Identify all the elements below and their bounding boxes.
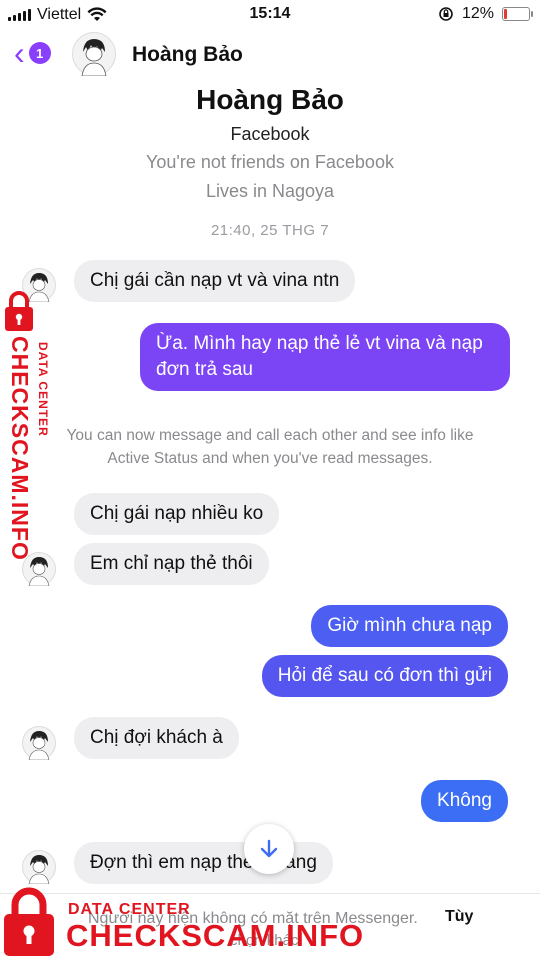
status-bar: Viettel 15:14 12%	[0, 0, 540, 30]
system-message: You can now message and call each other …	[0, 424, 540, 470]
friend-status: You're not friends on Facebook	[146, 152, 394, 172]
lock-icon	[5, 291, 33, 331]
system-message-line: Active Status and when you've read messa…	[107, 450, 433, 467]
battery-percent: 12%	[461, 5, 494, 22]
message-bubble-outgoing[interactable]: Giờ mình chưa nạp	[311, 605, 508, 647]
message-bubble-incoming[interactable]: Chị gái cần nạp vt và vina ntn	[74, 260, 356, 302]
avatar[interactable]	[72, 32, 116, 76]
status-right: 12%	[438, 5, 533, 23]
watermark-side: CHECKSCAM.INFO DATA CENTER	[2, 290, 60, 561]
avatar[interactable]	[22, 726, 56, 760]
lock-icon	[4, 887, 54, 956]
message-bubble-outgoing[interactable]: Không	[421, 780, 508, 822]
message-bubble-incoming[interactable]: Đợn thì em nạp theo tháng	[74, 842, 333, 884]
system-message-line: You can now message and call each other …	[66, 427, 474, 444]
message-bubble-incoming[interactable]: Chị gái nạp nhiều ko	[74, 493, 280, 535]
unread-badge: 1	[28, 42, 51, 64]
watermark-text: CHECKSCAM.INFO	[7, 336, 33, 561]
scroll-to-bottom-button[interactable]	[244, 824, 294, 874]
more-options-link[interactable]: Tùy	[445, 908, 473, 926]
watermark-label: DATA CENTER	[36, 342, 50, 437]
message-bubble-incoming[interactable]: Chị đợi khách à	[74, 717, 239, 759]
profile-name: Hoàng Bảo	[196, 84, 344, 115]
avatar[interactable]	[22, 850, 56, 884]
watermark-label: DATA CENTER	[68, 901, 191, 918]
battery-icon	[502, 7, 533, 21]
watermark-bottom: DATA CENTER CHECKSCAM.INFO	[2, 884, 363, 960]
watermark-text: CHECKSCAM.INFO	[66, 918, 365, 953]
chevron-left-icon: ‹	[14, 35, 25, 71]
arrow-down-icon	[260, 839, 278, 858]
contact-name[interactable]: Hoàng Bảo	[132, 43, 243, 67]
message-bubble-incoming[interactable]: Em chỉ nạp thẻ thôi	[74, 543, 269, 585]
profile-location: Lives in Nagoya	[205, 181, 335, 201]
message-bubble-outgoing[interactable]: Hỏi để sau có đơn thì gửi	[261, 655, 508, 697]
message-bubble-outgoing[interactable]: Ừa. Mình hay nạp thẻ lẻ vt vina và nạp đ…	[140, 323, 510, 391]
profile-platform: Facebook	[230, 124, 310, 144]
battery-level	[504, 9, 507, 19]
orientation-lock-icon	[439, 7, 453, 21]
timestamp: 21:40, 25 THG 7	[210, 222, 330, 239]
back-button[interactable]: ‹ 1	[14, 35, 51, 71]
conversation-header: ‹ 1 Hoàng Bảo	[0, 30, 540, 80]
